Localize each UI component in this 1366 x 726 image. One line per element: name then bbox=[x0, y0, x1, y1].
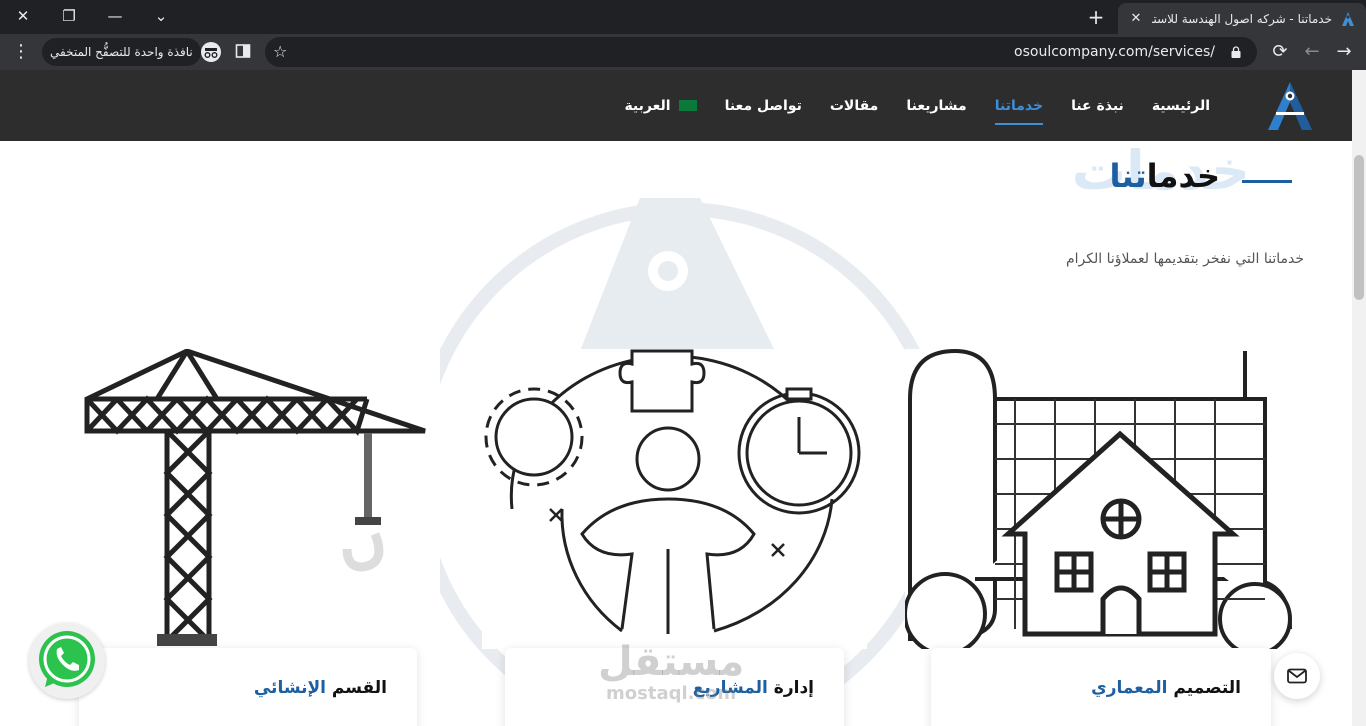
whatsapp-button[interactable] bbox=[29, 623, 105, 699]
contact-email-button[interactable] bbox=[1274, 653, 1320, 699]
section-subtitle: خدماتنا التي نفخر بتقديمها لعملاؤنا الكر… bbox=[1065, 251, 1304, 267]
close-tab-button[interactable]: ✕ bbox=[1128, 11, 1144, 26]
close-window-button[interactable]: ✕ bbox=[0, 0, 46, 32]
tower-crane-icon bbox=[57, 349, 440, 649]
watermark-ar: مستقل bbox=[598, 639, 745, 685]
forward-arrow-icon[interactable]: → bbox=[1329, 36, 1359, 66]
project-management-icon bbox=[482, 349, 867, 649]
nav-language-label[interactable]: العربية bbox=[624, 90, 670, 122]
incognito-label: نافذة واحدة للتصفُّح المتخفي bbox=[50, 45, 193, 59]
minimize-window-button[interactable]: — bbox=[92, 0, 138, 32]
url-text[interactable]: osoulcompany.com/services/ bbox=[1014, 37, 1215, 67]
tab-title: خدماتنا - شركه اصول الهندسة للاستشارات bbox=[1152, 11, 1332, 26]
card-title-highlight: المعماري bbox=[1091, 678, 1168, 698]
restore-window-button[interactable]: ❐ bbox=[46, 0, 92, 32]
bookmark-star-icon[interactable]: ☆ bbox=[273, 42, 287, 61]
section-title-highlight: تنا bbox=[1109, 157, 1147, 195]
blueprint-house-icon bbox=[905, 349, 1295, 649]
nav-language[interactable]: العربية bbox=[624, 90, 697, 122]
incognito-icon bbox=[196, 37, 226, 67]
services-section: خدمات خدماتنا خدماتنا التي نفخر بتقديمها… bbox=[0, 141, 1352, 726]
nav-home[interactable]: الرئيسية bbox=[1152, 90, 1210, 122]
nav-projects[interactable]: مشاريعنا bbox=[906, 90, 966, 122]
new-tab-button[interactable]: + bbox=[1085, 6, 1107, 28]
address-bar[interactable]: ☆ osoulcompany.com/services/ bbox=[265, 37, 1257, 67]
envelope-icon bbox=[1287, 668, 1307, 684]
section-title-main: خدما bbox=[1146, 157, 1220, 195]
section-title: خدماتنا bbox=[1110, 157, 1220, 195]
nav-articles[interactable]: مقالات bbox=[830, 90, 879, 122]
title-underline bbox=[1242, 180, 1292, 183]
browser-tab[interactable]: خدماتنا - شركه اصول الهندسة للاستشارات ✕ bbox=[1118, 3, 1366, 34]
card-title-main: إدارة bbox=[767, 678, 814, 698]
side-panel-icon[interactable] bbox=[228, 36, 258, 66]
section-header: خدمات خدماتنا bbox=[1032, 141, 1292, 211]
nav-about[interactable]: نبذة عنا bbox=[1071, 90, 1124, 122]
whatsapp-icon bbox=[39, 631, 95, 687]
nav-services[interactable]: خدماتنا bbox=[994, 90, 1044, 125]
saudi-flag-icon bbox=[678, 100, 697, 111]
scrollbar-thumb[interactable] bbox=[1354, 155, 1364, 300]
site-favicon-icon bbox=[1340, 11, 1356, 27]
incognito-indicator[interactable]: نافذة واحدة للتصفُّح المتخفي bbox=[42, 38, 201, 66]
watermark-en: mostaql.com bbox=[606, 683, 737, 704]
card-title: القسم الإنشائي bbox=[254, 678, 387, 698]
site-navbar: الرئيسية نبذة عنا خدماتنا مشاريعنا مقالا… bbox=[0, 70, 1352, 141]
card-title-main: القسم bbox=[326, 678, 387, 698]
card-title: التصميم المعماري bbox=[1091, 678, 1241, 698]
browser-toolbar: ⋮ نافذة واحدة للتصفُّح المتخفي ☆ osoulco… bbox=[0, 34, 1366, 70]
card-title-highlight: الإنشائي bbox=[253, 678, 326, 698]
back-arrow-icon[interactable]: ← bbox=[1297, 36, 1327, 66]
mostaql-watermark: مستقل mostaql.com bbox=[598, 641, 744, 704]
nav-links: الرئيسية نبذة عنا خدماتنا مشاريعنا مقالا… bbox=[624, 70, 1210, 141]
nav-contact[interactable]: تواصل معنا bbox=[725, 90, 802, 122]
reload-icon[interactable]: ⟳ bbox=[1265, 36, 1295, 66]
card-title-main: التصميم bbox=[1167, 678, 1241, 698]
lock-icon[interactable] bbox=[1231, 46, 1241, 58]
menu-kebab-icon[interactable]: ⋮ bbox=[6, 36, 36, 66]
browser-titlebar: ✕ ❐ — ⌄ + خدماتنا - شركه اصول الهندسة لل… bbox=[0, 0, 1366, 34]
service-card-structural[interactable]: القسم الإنشائي bbox=[79, 648, 417, 726]
service-card-architecture[interactable]: التصميم المعماري bbox=[931, 648, 1271, 726]
tab-search-button[interactable]: ⌄ bbox=[138, 0, 184, 32]
company-logo[interactable] bbox=[1264, 80, 1316, 132]
